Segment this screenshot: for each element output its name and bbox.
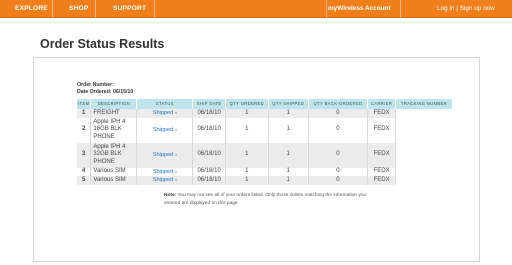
item-description: FREIGHT xyxy=(90,109,138,118)
table-row: 4 Various SIM Shipped » 06/18/10 1 1 0 F… xyxy=(77,167,453,176)
column-header-carrier: CARRIER xyxy=(367,99,396,109)
tracking-number xyxy=(395,109,453,118)
status-link[interactable]: Shipped » xyxy=(153,177,177,183)
qty-backordered: 0 xyxy=(308,142,369,168)
tracking-number xyxy=(395,142,453,168)
ship-date: 06/18/10 xyxy=(192,117,226,143)
qty-ordered: 1 xyxy=(225,109,269,118)
nav-support[interactable]: SUPPORT xyxy=(104,0,155,18)
top-navigation-bar: EXPLORE SHOP SUPPORT myWireless Account … xyxy=(0,0,512,18)
order-status-table: ITEM DESCRIPTION STATUS SHIP DATE QTY OR… xyxy=(77,99,453,185)
item-number: 1 xyxy=(77,109,92,118)
qty-ordered: 1 xyxy=(225,176,269,185)
nav-shop[interactable]: SHOP xyxy=(60,0,98,18)
qty-shipped: 1 xyxy=(268,167,309,176)
qty-backordered: 0 xyxy=(308,167,369,176)
table-row: 1 FREIGHT Shipped » 06/18/10 1 1 0 FEDX xyxy=(77,109,453,118)
item-description: Apple IPH 4 32GB BLK PHONE xyxy=(90,142,138,168)
qty-backordered: 0 xyxy=(308,176,369,185)
nav-divider xyxy=(326,0,327,18)
qty-backordered: 0 xyxy=(308,109,369,118)
item-description: Various SIM xyxy=(90,176,138,185)
qty-ordered: 1 xyxy=(225,117,269,143)
status-link-label: Shipped xyxy=(152,126,174,133)
tracking-number xyxy=(395,167,453,176)
ship-date: 06/18/10 xyxy=(192,167,226,176)
login-signup-links[interactable]: Log in | Sign up now xyxy=(437,0,495,18)
ship-date: 06/18/10 xyxy=(192,142,226,168)
table-row: 2 Apple IPH 4 16GB BLK PHONE Shipped » 0… xyxy=(77,117,453,143)
status-link-label: Shipped xyxy=(152,151,174,158)
status-link-label: Shipped xyxy=(152,110,174,116)
nav-explore[interactable]: EXPLORE xyxy=(6,0,57,18)
nav-divider xyxy=(52,0,53,18)
carrier: FEDX xyxy=(367,176,396,185)
nav-divider xyxy=(154,0,155,18)
item-number: 2 xyxy=(77,117,92,143)
status-link[interactable]: Shipped » xyxy=(153,152,177,158)
ship-date: 06/18/10 xyxy=(192,109,226,118)
status-cell: Shipped » xyxy=(136,167,194,176)
qty-shipped: 1 xyxy=(268,142,309,168)
qty-ordered: 1 xyxy=(225,167,269,176)
item-description: Apple IPH 4 16GB BLK PHONE xyxy=(90,117,138,143)
item-description: Various SIM xyxy=(90,167,138,176)
status-cell: Shipped » xyxy=(136,117,194,143)
tracking-number xyxy=(395,117,453,143)
status-cell: Shipped » xyxy=(136,176,194,185)
item-number: 5 xyxy=(77,176,92,185)
column-header-qty-ordered: QTY ORDERED xyxy=(225,99,269,109)
status-link[interactable]: Shipped » xyxy=(153,169,177,175)
table-row: 5 Various SIM Shipped » 06/18/10 1 1 0 F… xyxy=(77,176,453,185)
status-link[interactable]: Shipped » xyxy=(153,127,177,133)
column-header-description: DESCRIPTION xyxy=(90,99,138,109)
chevron-right-icon: » xyxy=(174,151,178,157)
ship-date: 06/18/10 xyxy=(192,176,226,185)
my-wireless-account-link[interactable]: myWireless Account xyxy=(328,0,391,18)
column-header-status: STATUS xyxy=(136,99,194,109)
column-header-qty-shipped: QTY SHIPPED xyxy=(268,99,309,109)
column-header-item: ITEM xyxy=(77,99,92,109)
carrier: FEDX xyxy=(367,167,396,176)
date-ordered-label: Date Ordered: 06/15/10 xyxy=(77,89,134,95)
status-link-label: Shipped xyxy=(152,168,174,175)
status-link[interactable]: Shipped » xyxy=(153,110,177,116)
status-cell: Shipped » xyxy=(136,109,194,118)
carrier: FEDX xyxy=(367,109,396,118)
tracking-number xyxy=(395,176,453,185)
qty-ordered: 1 xyxy=(225,142,269,168)
chevron-right-icon: » xyxy=(174,126,178,132)
carrier: FEDX xyxy=(367,117,396,143)
item-number: 3 xyxy=(77,142,92,168)
qty-shipped: 1 xyxy=(268,117,309,143)
note-label: Note: xyxy=(164,193,177,198)
status-cell: Shipped » xyxy=(136,142,194,168)
column-header-ship-date: SHIP DATE xyxy=(192,99,226,109)
order-number-label: Order Number: xyxy=(77,82,114,88)
note-text: You may not see all of your orders liste… xyxy=(164,193,367,207)
table-row: 3 Apple IPH 4 32GB BLK PHONE Shipped » 0… xyxy=(77,142,453,168)
page-title: Order Status Results xyxy=(40,37,165,51)
chevron-right-icon: » xyxy=(174,177,178,182)
qty-backordered: 0 xyxy=(308,117,369,143)
column-header-qty-backordered: QTY BACK-ORDERED xyxy=(308,99,369,109)
nav-divider xyxy=(400,0,401,18)
status-link-label: Shipped xyxy=(152,177,174,183)
qty-shipped: 1 xyxy=(268,176,309,185)
results-note: Note: You may not see all of your orders… xyxy=(164,192,374,208)
table-header-row: ITEM DESCRIPTION STATUS SHIP DATE QTY OR… xyxy=(77,99,453,109)
carrier: FEDX xyxy=(367,142,396,168)
column-header-tracking-number: TRACKING NUMBER xyxy=(395,99,453,109)
chevron-right-icon: » xyxy=(174,168,178,174)
item-number: 4 xyxy=(77,167,92,176)
chevron-right-icon: » xyxy=(174,110,178,115)
qty-shipped: 1 xyxy=(268,109,309,118)
nav-divider xyxy=(95,0,96,18)
